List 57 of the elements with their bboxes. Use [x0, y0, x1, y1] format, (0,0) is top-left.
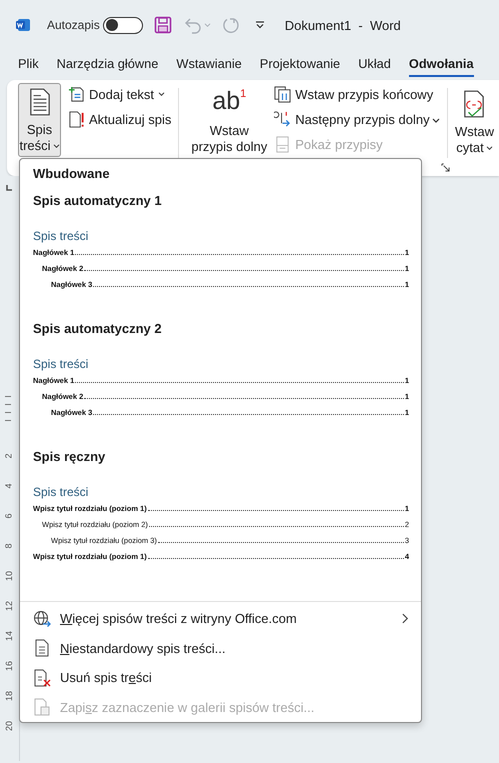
dialog-launcher-icon[interactable]: [441, 163, 450, 172]
tab-selector-icon[interactable]: [5, 184, 13, 192]
endnote-icon: [274, 86, 292, 102]
caret-icon[interactable]: [432, 118, 440, 124]
document-icon: [33, 639, 51, 658]
autosave-toggle[interactable]: [102, 16, 143, 34]
ruler-number: 12: [3, 601, 15, 611]
ruler-number: 20: [3, 721, 15, 731]
insert-footnote-button[interactable]: ab$^{1}$ Wstaw przypis dolny: [187, 83, 272, 176]
menu-heading: Wbudowane: [33, 166, 111, 181]
window-title: Dokument1 - Word: [284, 18, 401, 32]
caret-icon: [158, 92, 166, 96]
caret-icon: [52, 144, 60, 148]
ribbon-tab[interactable]: Plik: [18, 52, 39, 76]
document-alert-icon: [68, 110, 85, 128]
chevron-right-icon: [402, 613, 409, 624]
toc-preview-title: Spis treści: [33, 229, 90, 243]
ribbon-button[interactable]: Aktualizuj spis: [65, 108, 174, 130]
page-icon: [274, 136, 292, 152]
option-title: Spis ręczny: [33, 449, 106, 464]
autosave-label: Autozapis: [47, 18, 100, 32]
menu-item[interactable]: Niestandardowy spis treści...: [20, 634, 421, 663]
menu-item[interactable]: Więcej spisów treści z witryny Office.com: [20, 604, 421, 634]
add-text-icon: [68, 86, 85, 102]
ribbon-button[interactable]: Dodaj tekst: [65, 83, 174, 105]
caret-icon: [486, 146, 493, 150]
customize-toolbar-icon[interactable]: [254, 21, 265, 29]
table-of-contents-button[interactable]: Spis treści: [18, 83, 61, 157]
toc-preview-title: Spis treści: [33, 357, 90, 371]
document-save-icon: [33, 698, 51, 716]
ribbon-button[interactable]: Wstaw przypis końcowy: [271, 83, 436, 105]
option-title: Spis automatyczny 2: [33, 321, 163, 336]
ruler-number: 6: [3, 514, 15, 518]
ribbon-tab[interactable]: Układ: [358, 52, 391, 76]
ribbon-tab[interactable]: Projektowanie: [260, 52, 340, 76]
insert-citation-button[interactable]: Wstaw cytat: [454, 83, 495, 176]
ruler-number: 8: [3, 544, 15, 548]
ruler-number: 4: [3, 484, 15, 488]
ruler-number: 2: [3, 454, 15, 458]
ruler-number: 18: [3, 691, 15, 701]
next-footnote-icon: [274, 110, 292, 128]
save-icon[interactable]: [154, 16, 172, 34]
ruler-number: 14: [3, 631, 15, 641]
option-title: Spis automatyczny 1: [33, 193, 163, 208]
ruler-number: 16: [3, 661, 15, 671]
ribbon-tab[interactable]: Wstawianie: [176, 52, 242, 76]
ribbon-tab[interactable]: Narzędzia główne: [56, 52, 158, 76]
toc-preview-title: Spis treści: [33, 485, 90, 499]
word-logo-icon: [15, 17, 31, 33]
citation-icon: [463, 90, 486, 118]
ruler-number: 10: [3, 571, 15, 581]
menu-item[interactable]: Usuń spis treści: [20, 663, 421, 692]
ribbon-button[interactable]: Następny przypis dolny: [271, 108, 436, 130]
document-delete-icon: [33, 668, 51, 687]
document-icon: [28, 88, 50, 116]
ribbon-tab[interactable]: Odwołania: [408, 52, 474, 76]
globe-icon: [33, 610, 51, 628]
